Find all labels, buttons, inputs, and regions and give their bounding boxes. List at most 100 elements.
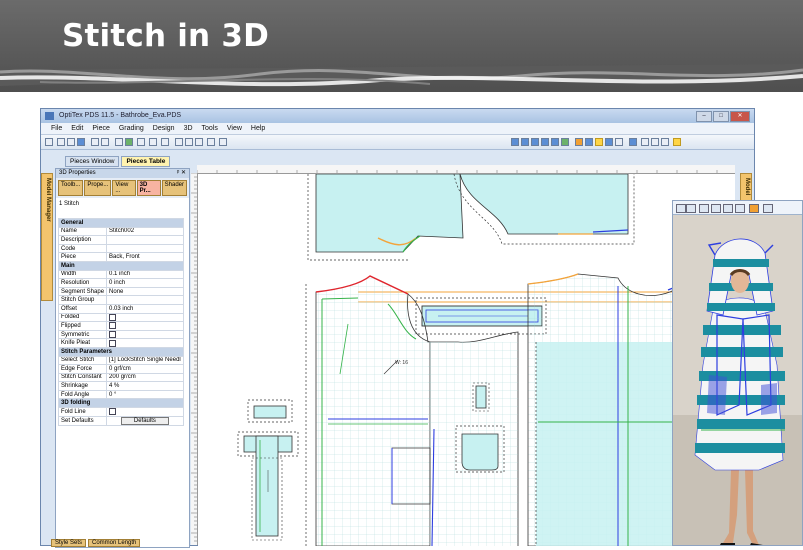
3d-axis-icon[interactable] [699,204,709,213]
property-value[interactable] [106,338,184,348]
property-value[interactable] [106,243,184,254]
tab-shader[interactable]: Shader [161,180,187,196]
simulate-icon[interactable] [595,138,603,146]
view-grid-icon[interactable] [511,138,519,146]
tab-properties[interactable]: Prope... [84,180,112,196]
defaults-button[interactable]: Defaults [120,417,169,425]
zoom-icon[interactable] [115,138,123,146]
3d-render-icon[interactable] [749,204,759,213]
new-icon[interactable] [57,138,65,146]
property-value[interactable]: 200 gr/cm [106,372,184,383]
menu-edit[interactable]: Edit [71,123,83,134]
cut-icon[interactable] [175,138,183,146]
property-section[interactable]: General [58,218,184,228]
checkbox[interactable] [109,339,117,347]
piece-b-icon[interactable] [651,138,659,146]
property-row[interactable]: Flipped [57,321,184,331]
property-row[interactable]: Description [57,235,184,245]
checkbox[interactable] [109,322,117,330]
pattern-canvas[interactable]: W: 16 [198,174,735,546]
tab-pieces-table[interactable]: Pieces Table [121,156,171,167]
property-row[interactable]: Piece Back, Front [57,252,184,262]
help-icon[interactable] [219,138,227,146]
property-value[interactable]: 0 grf/cm [106,364,184,374]
3d-measure-icon[interactable] [711,204,721,213]
menu-file[interactable]: File [51,123,62,134]
print-icon[interactable] [91,138,99,146]
view-table-icon[interactable] [531,138,539,146]
menu-help[interactable]: Help [251,123,265,134]
property-row[interactable]: Stitch Constant 200 gr/cm [57,372,184,383]
tab-toolbox[interactable]: Toolb... [58,180,84,196]
pattern-piece-sleeve-top-right[interactable] [453,174,635,245]
property-value[interactable]: Back, Front [106,252,184,262]
close-button[interactable]: ✕ [730,111,750,122]
property-row[interactable]: Fold Line [57,407,184,417]
property-section[interactable]: Main [58,260,184,271]
tab-pieces-window[interactable]: Pieces Window [65,156,120,167]
property-row[interactable]: Edge Force 0 grf/cm [57,364,184,374]
menu-piece[interactable]: Piece [92,123,110,134]
pattern-icon[interactable] [629,138,637,146]
property-value[interactable]: 0 ° [106,389,184,400]
menu-tools[interactable]: Tools [202,123,218,134]
property-row[interactable]: Knife Pleat [57,338,184,348]
menu-view[interactable]: View [227,123,242,134]
property-value[interactable] [106,329,184,340]
3d-camera-icon[interactable] [763,204,773,213]
pattern-piece-belt-loop[interactable] [415,297,547,335]
property-row[interactable]: Stitch Group [57,295,184,305]
menu-3d[interactable]: 3D [184,123,193,134]
property-row[interactable]: Width 0.1 inch [57,269,184,280]
property-row[interactable]: Resolution 0 inch [57,278,184,288]
view-layout-icon[interactable] [551,138,559,146]
texture-icon[interactable] [615,138,623,146]
measure-icon[interactable] [561,138,569,146]
property-value[interactable]: 0 inch [106,278,184,288]
paste-icon[interactable] [195,138,203,146]
panel-pin-close-icon[interactable]: ᵖ ✕ [177,169,186,178]
property-row[interactable]: Code [57,243,184,254]
undo-icon[interactable] [149,138,157,146]
property-value[interactable] [106,312,184,323]
property-value[interactable] [106,235,184,245]
property-value[interactable] [106,407,184,417]
print-preview-icon[interactable] [101,138,109,146]
copy-icon[interactable] [185,138,193,146]
checkbox[interactable] [109,313,117,321]
property-row[interactable]: Segment Shape None [57,286,184,297]
select-icon[interactable] [125,138,133,146]
property-value[interactable] [106,295,184,305]
piece-c-icon[interactable] [661,138,669,146]
maximize-button[interactable]: □ [713,111,729,122]
view-list-icon[interactable] [521,138,529,146]
zoom-in-icon[interactable] [137,138,145,146]
menu-grading[interactable]: Grading [119,123,144,134]
property-row[interactable]: Set Defaults Defaults [57,415,184,426]
property-value[interactable] [106,321,184,331]
property-value[interactable]: 4 % [106,381,184,391]
property-value[interactable]: [1] LockStitch Single Needl [106,355,184,366]
3d-filter-icon[interactable] [735,204,745,213]
redo-icon[interactable] [161,138,169,146]
property-value[interactable]: Stitch002 [106,226,184,237]
property-value[interactable]: None [106,286,184,297]
piece-d-icon[interactable] [673,138,681,146]
property-section[interactable]: 3D folding [58,398,184,409]
save-icon[interactable] [77,138,85,146]
3d-view-icon[interactable] [676,204,686,213]
property-row[interactable]: Offset 0.03 inch [57,303,184,314]
pattern-piece-back[interactable] [305,275,431,546]
pattern-piece-t-tab[interactable] [237,399,299,541]
property-row[interactable]: Name Stitch002 [57,226,184,237]
tab-3d-properties[interactable]: 3D Pr... [136,180,161,196]
model-manager-side-tab[interactable]: Model Manager [41,173,53,301]
stitch-icon[interactable] [575,138,583,146]
shape-icon[interactable] [585,138,593,146]
checkbox[interactable] [109,331,117,338]
property-value[interactable]: Defaults [106,415,184,426]
pattern-piece-sleeve-top-left[interactable] [307,174,464,261]
checkbox[interactable] [109,408,117,416]
property-value[interactable]: 0.03 inch [106,303,184,314]
view-pieces-icon[interactable] [541,138,549,146]
